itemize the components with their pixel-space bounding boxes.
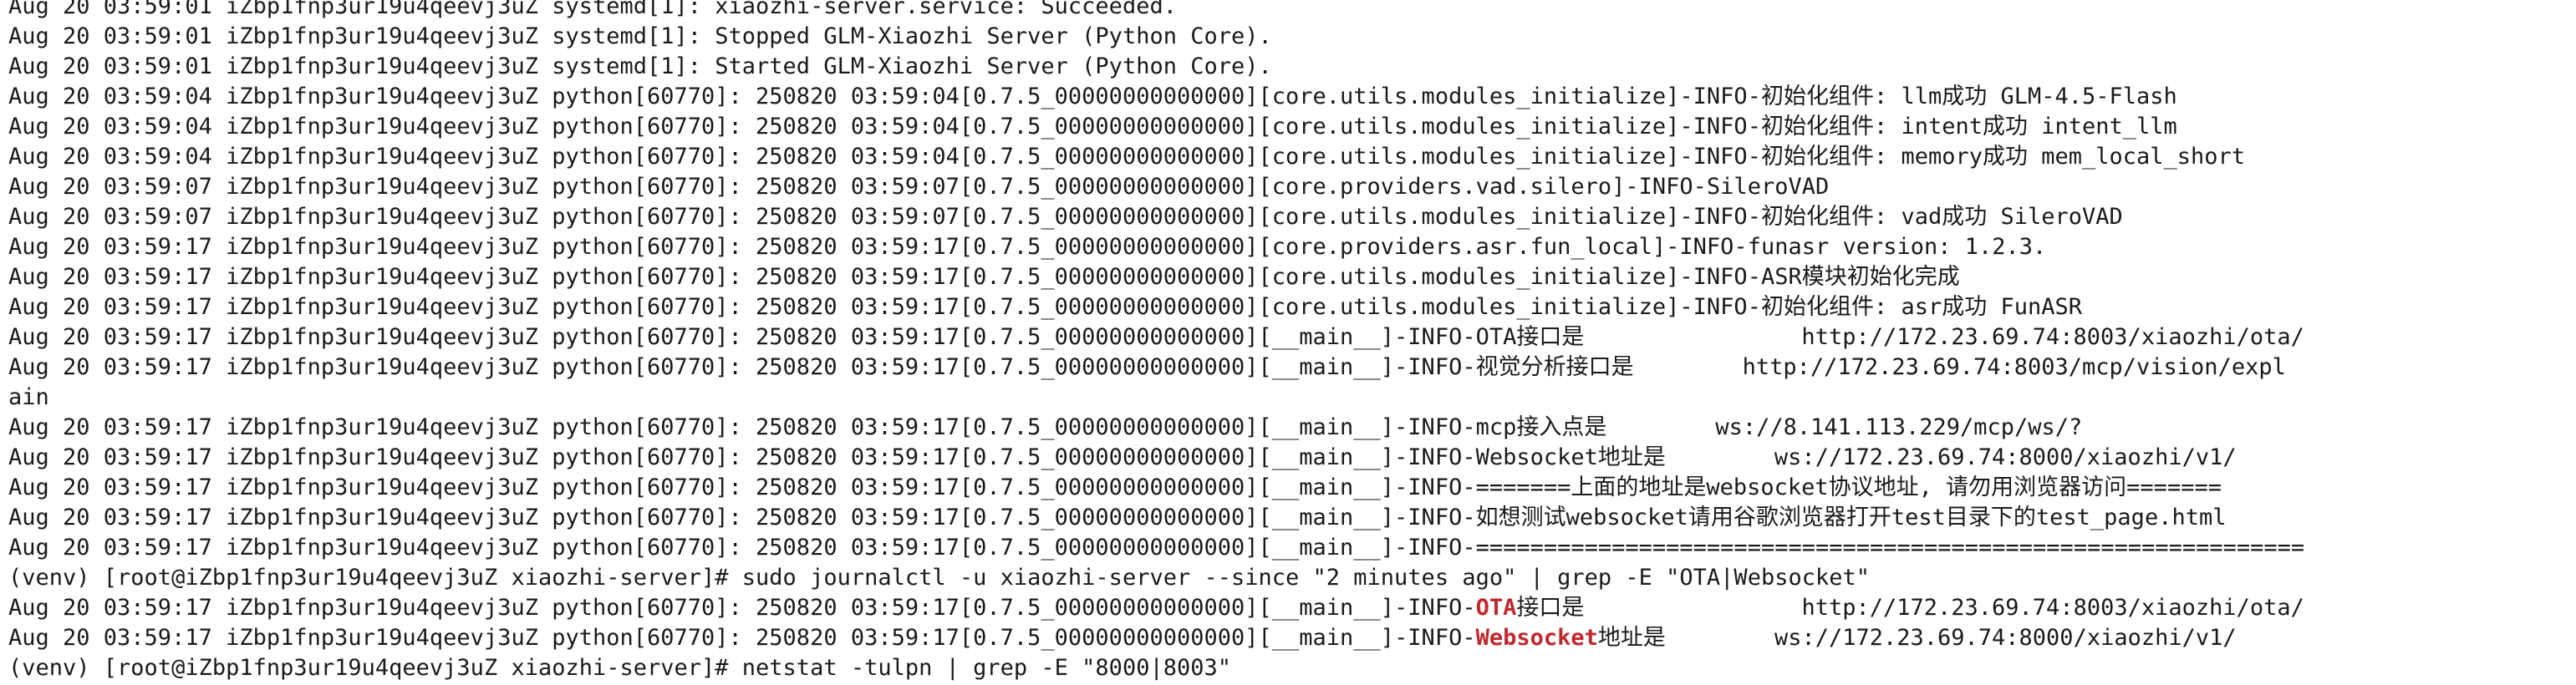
log-line: Aug 20 03:59:17 iZbp1fnp3ur19u4qeevj3uZ … xyxy=(8,474,2222,500)
log-line: Aug 20 03:59:07 iZbp1fnp3ur19u4qeevj3uZ … xyxy=(8,174,1830,200)
log-line: Aug 20 03:59:17 iZbp1fnp3ur19u4qeevj3uZ … xyxy=(8,535,2305,561)
grep-result-suffix: 接口是 http://172.23.69.74:8003/xiaozhi/ota… xyxy=(1516,595,2304,621)
log-line-wrap: ain xyxy=(8,384,49,410)
log-line: Aug 20 03:59:17 iZbp1fnp3ur19u4qeevj3uZ … xyxy=(8,505,2227,530)
grep-result-prefix: Aug 20 03:59:17 iZbp1fnp3ur19u4qeevj3uZ … xyxy=(8,625,1476,651)
log-line: Aug 20 03:59:17 iZbp1fnp3ur19u4qeevj3uZ … xyxy=(8,324,2304,350)
log-line: Aug 20 03:59:17 iZbp1fnp3ur19u4qeevj3uZ … xyxy=(8,354,2286,380)
log-line: Aug 20 03:59:04 iZbp1fnp3ur19u4qeevj3uZ … xyxy=(8,84,2177,109)
log-line: Aug 20 03:59:04 iZbp1fnp3ur19u4qeevj3uZ … xyxy=(8,144,2246,170)
grep-result-line: Aug 20 03:59:17 iZbp1fnp3ur19u4qeevj3uZ … xyxy=(0,623,2576,653)
log-line: Aug 20 03:59:17 iZbp1fnp3ur19u4qeevj3uZ … xyxy=(8,294,2083,320)
grep-match-highlight: OTA xyxy=(1475,595,1517,621)
grep-result-prefix: Aug 20 03:59:17 iZbp1fnp3ur19u4qeevj3uZ … xyxy=(8,595,1476,621)
terminal-window[interactable]: Aug 20 03:59:01 iZbp1fnp3ur19u4qeevj3uZ … xyxy=(0,0,2576,685)
log-line: Aug 20 03:59:17 iZbp1fnp3ur19u4qeevj3uZ … xyxy=(8,444,2237,470)
grep-match-highlight: Websocket xyxy=(1475,625,1598,651)
shell-prompt-command: (venv) [root@iZbp1fnp3ur19u4qeevj3uZ xia… xyxy=(8,655,1231,681)
log-line: Aug 20 03:59:17 iZbp1fnp3ur19u4qeevj3uZ … xyxy=(8,264,1960,290)
shell-prompt-command: (venv) [root@iZbp1fnp3ur19u4qeevj3uZ xia… xyxy=(8,565,1870,591)
log-line: Aug 20 03:59:04 iZbp1fnp3ur19u4qeevj3uZ … xyxy=(8,114,2177,140)
log-line: Aug 20 03:59:17 iZbp1fnp3ur19u4qeevj3uZ … xyxy=(8,414,2083,440)
grep-result-suffix: 地址是 ws://172.23.69.74:8000/xiaozhi/v1/ xyxy=(1597,625,2237,651)
log-line: Aug 20 03:59:01 iZbp1fnp3ur19u4qeevj3uZ … xyxy=(8,23,1272,49)
grep-result-line: Aug 20 03:59:17 iZbp1fnp3ur19u4qeevj3uZ … xyxy=(0,593,2576,623)
log-line: Aug 20 03:59:17 iZbp1fnp3ur19u4qeevj3uZ … xyxy=(8,234,2047,260)
log-line: Aug 20 03:59:01 iZbp1fnp3ur19u4qeevj3uZ … xyxy=(8,0,1177,19)
log-line: Aug 20 03:59:07 iZbp1fnp3ur19u4qeevj3uZ … xyxy=(8,204,2123,230)
log-line: Aug 20 03:59:01 iZbp1fnp3ur19u4qeevj3uZ … xyxy=(8,53,1272,79)
